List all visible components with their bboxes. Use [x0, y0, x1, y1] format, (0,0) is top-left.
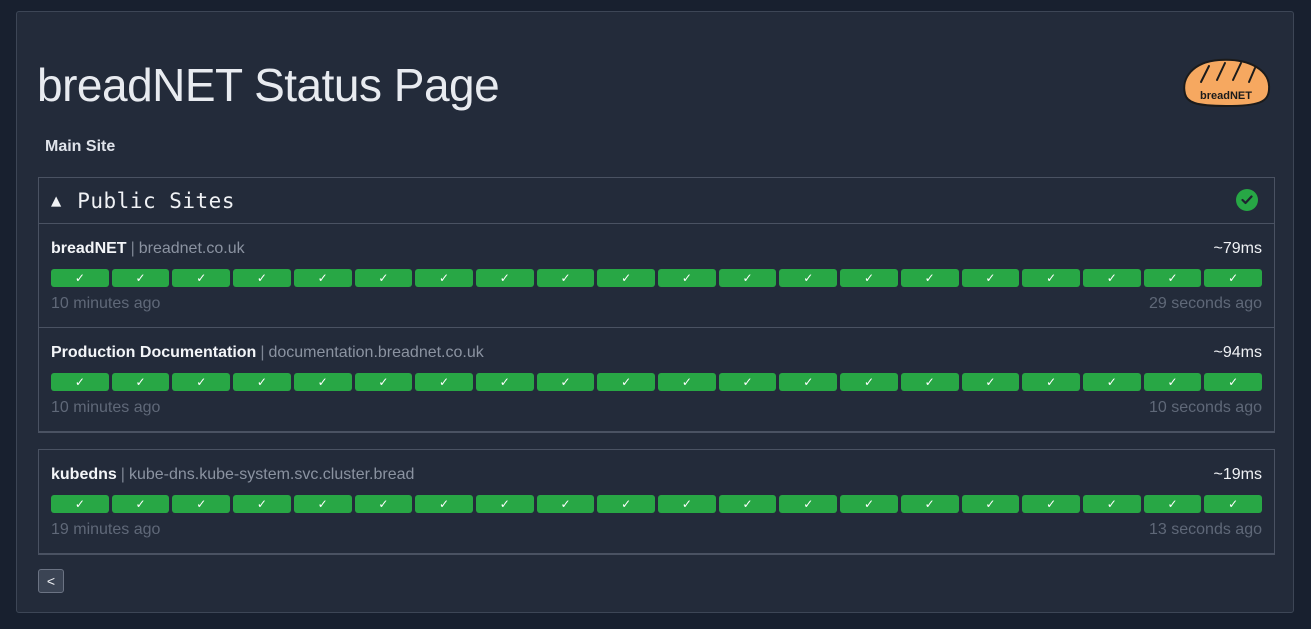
uptime-check-bar[interactable]: ✓: [233, 495, 291, 513]
uptime-check-bar[interactable]: ✓: [415, 269, 473, 287]
uptime-check-bar[interactable]: ✓: [1143, 495, 1202, 513]
uptime-check-bar[interactable]: ✓: [1082, 373, 1141, 391]
uptime-check-bar[interactable]: ✓: [475, 269, 534, 287]
uptime-check-bar[interactable]: ✓: [233, 373, 291, 391]
uptime-check-bar[interactable]: ✓: [233, 269, 291, 287]
monitor-separator: |: [120, 466, 125, 483]
uptime-check-bar[interactable]: ✓: [536, 269, 595, 287]
uptime-check-bar[interactable]: ✓: [536, 495, 595, 513]
main-site-link[interactable]: Main Site: [45, 138, 115, 156]
uptime-check-bar[interactable]: ✓: [658, 269, 716, 287]
bread-logo-icon: breadNET: [1183, 58, 1271, 108]
monitor-name: kubedns: [51, 466, 117, 483]
monitor-latency: ~19ms: [1213, 466, 1262, 483]
uptime-check-bar[interactable]: ✓: [779, 269, 838, 287]
uptime-check-bar[interactable]: ✓: [415, 373, 473, 391]
uptime-check-bar[interactable]: ✓: [779, 495, 838, 513]
group-header[interactable]: ▲ Public Sites: [39, 178, 1274, 224]
uptime-check-bar[interactable]: ✓: [840, 269, 898, 287]
oldest-check-time: 10 minutes ago: [51, 295, 161, 312]
uptime-check-bar[interactable]: ✓: [51, 495, 109, 513]
uptime-check-bar[interactable]: ✓: [840, 495, 898, 513]
collapse-caret-icon[interactable]: ▲: [51, 191, 61, 211]
monitor-latency: ~94ms: [1213, 344, 1262, 361]
uptime-check-bar[interactable]: ✓: [1022, 269, 1080, 287]
uptime-check-bar[interactable]: ✓: [718, 269, 777, 287]
uptime-check-bar[interactable]: ✓: [840, 373, 898, 391]
uptime-check-bar[interactable]: ✓: [293, 373, 352, 391]
oldest-check-time: 10 minutes ago: [51, 399, 161, 416]
uptime-check-bar[interactable]: ✓: [597, 269, 656, 287]
uptime-check-bar[interactable]: ✓: [293, 269, 352, 287]
monitor-url: kube-dns.kube-system.svc.cluster.bread: [128, 466, 415, 483]
uptime-check-bar[interactable]: ✓: [961, 373, 1020, 391]
uptime-check-bar[interactable]: ✓: [597, 373, 656, 391]
uptime-check-bar[interactable]: ✓: [597, 495, 656, 513]
uptime-bars: ✓ ✓ ✓ ✓ ✓ ✓ ✓ ✓ ✓ ✓ ✓ ✓ ✓ ✓ ✓ ✓ ✓ ✓ ✓ ✓: [51, 269, 1263, 287]
uptime-check-bar[interactable]: ✓: [900, 269, 959, 287]
uptime-check-bar[interactable]: ✓: [900, 373, 959, 391]
uptime-check-bar[interactable]: ✓: [111, 269, 170, 287]
uptime-check-bar[interactable]: ✓: [172, 269, 231, 287]
monitor-name: breadNET: [51, 240, 127, 257]
uptime-check-bar[interactable]: ✓: [658, 373, 716, 391]
uptime-check-bar[interactable]: ✓: [1143, 269, 1202, 287]
uptime-check-bar[interactable]: ✓: [1204, 495, 1263, 513]
uptime-check-bar[interactable]: ✓: [51, 373, 109, 391]
uptime-check-bar[interactable]: ✓: [536, 373, 595, 391]
monitor-latency: ~79ms: [1213, 240, 1262, 257]
monitor-name: Production Documentation: [51, 344, 257, 361]
uptime-check-bar[interactable]: ✓: [1082, 269, 1141, 287]
monitor-kubedns: kubedns | kube-dns.kube-system.svc.cluster…: [38, 449, 1275, 555]
newest-check-time: 13 seconds ago: [1149, 521, 1262, 538]
uptime-check-bar[interactable]: ✓: [293, 495, 352, 513]
monitor-breadnet: breadNET | breadnet.co.uk ~79ms ✓ ✓ ✓ ✓ ✓ ✓ ✓ ✓ ✓ ✓…: [39, 224, 1274, 328]
monitor-separator: |: [130, 240, 135, 257]
uptime-check-bar[interactable]: ✓: [51, 269, 109, 287]
monitor-url: documentation.breadnet.co.uk: [268, 344, 484, 361]
uptime-check-bar[interactable]: ✓: [1022, 495, 1080, 513]
oldest-check-time: 19 minutes ago: [51, 521, 161, 538]
uptime-check-bar[interactable]: ✓: [354, 373, 413, 391]
uptime-check-bar[interactable]: ✓: [718, 495, 777, 513]
uptime-check-bar[interactable]: ✓: [111, 373, 170, 391]
uptime-check-bar[interactable]: ✓: [900, 495, 959, 513]
uptime-check-bar[interactable]: ✓: [718, 373, 777, 391]
group-public-sites: ▲ Public Sites breadNET | breadnet.co.uk ~…: [38, 177, 1275, 433]
logo-text: breadNET: [1200, 90, 1252, 102]
uptime-check-bar[interactable]: ✓: [961, 269, 1020, 287]
uptime-check-bar[interactable]: ✓: [475, 373, 534, 391]
uptime-check-bar[interactable]: ✓: [354, 269, 413, 287]
monitor-separator: |: [260, 344, 265, 361]
uptime-check-bar[interactable]: ✓: [961, 495, 1020, 513]
uptime-check-bar[interactable]: ✓: [1082, 495, 1141, 513]
newest-check-time: 10 seconds ago: [1149, 399, 1262, 416]
uptime-bars: ✓ ✓ ✓ ✓ ✓ ✓ ✓ ✓ ✓ ✓ ✓ ✓ ✓ ✓ ✓ ✓ ✓ ✓ ✓ ✓: [51, 495, 1263, 513]
uptime-check-bar[interactable]: ✓: [354, 495, 413, 513]
uptime-check-bar[interactable]: ✓: [1204, 269, 1263, 287]
uptime-check-bar[interactable]: ✓: [415, 495, 473, 513]
uptime-check-bar[interactable]: ✓: [1022, 373, 1080, 391]
uptime-check-bar[interactable]: ✓: [1143, 373, 1202, 391]
back-button[interactable]: <: [38, 569, 64, 593]
uptime-bars: ✓ ✓ ✓ ✓ ✓ ✓ ✓ ✓ ✓ ✓ ✓ ✓ ✓ ✓ ✓ ✓ ✓ ✓ ✓ ✓: [51, 373, 1263, 391]
uptime-check-bar[interactable]: ✓: [658, 495, 716, 513]
uptime-check-bar[interactable]: ✓: [1204, 373, 1263, 391]
group-title: Public Sites: [77, 188, 235, 213]
uptime-check-bar[interactable]: ✓: [172, 373, 231, 391]
uptime-check-bar[interactable]: ✓: [779, 373, 838, 391]
monitor-url: breadnet.co.uk: [138, 240, 245, 257]
uptime-check-bar[interactable]: ✓: [111, 495, 170, 513]
status-page-container: breadNET Status Page breadNET Main Site …: [16, 11, 1294, 613]
uptime-check-bar[interactable]: ✓: [475, 495, 534, 513]
page-title: breadNET Status Page: [37, 59, 500, 111]
monitor-production-documentation: Production Documentation | documentation.b…: [39, 328, 1274, 432]
newest-check-time: 29 seconds ago: [1149, 295, 1262, 312]
check-circle-icon: [1236, 189, 1258, 211]
uptime-check-bar[interactable]: ✓: [172, 495, 231, 513]
